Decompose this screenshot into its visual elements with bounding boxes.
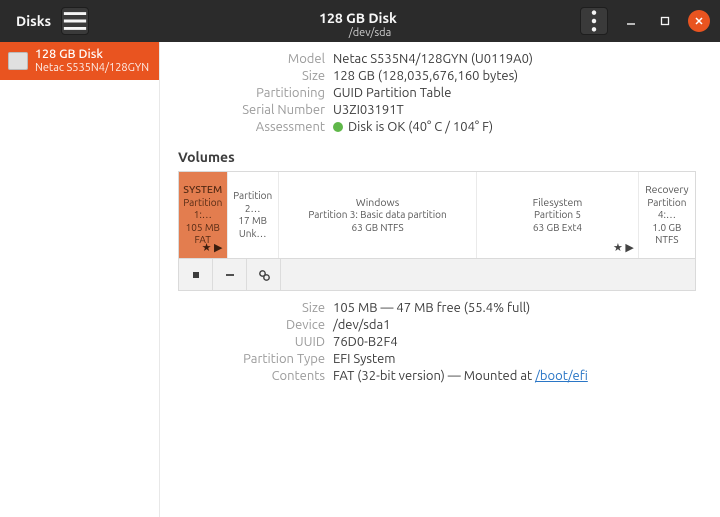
info-label: Size bbox=[168, 69, 333, 83]
minimize-icon bbox=[626, 16, 636, 26]
volumes-panel: SYSTEMPartition 1:…105 MB FAT★ ▶Partitio… bbox=[178, 171, 696, 291]
ssd-icon bbox=[8, 52, 28, 70]
partition-size: 17 MB Unk… bbox=[230, 215, 276, 240]
window-close-button[interactable] bbox=[688, 10, 710, 32]
partition-block[interactable]: WindowsPartition 3: Basic data partition… bbox=[279, 172, 477, 258]
vol-size: 105 MB — 47 MB free (55.4% full) bbox=[333, 301, 530, 315]
info-label: Size bbox=[168, 301, 333, 315]
info-label: Model bbox=[168, 52, 333, 66]
vol-device: /dev/sda1 bbox=[333, 318, 391, 332]
disk-info-table: ModelNetac S535N4/128GYN (U0119A0) Size1… bbox=[168, 50, 696, 135]
disk-menu-button[interactable] bbox=[580, 7, 608, 35]
main-pane: ModelNetac S535N4/128GYN (U0119A0) Size1… bbox=[160, 42, 720, 517]
partition-block[interactable]: SYSTEMPartition 1:…105 MB FAT★ ▶ bbox=[179, 172, 228, 258]
header-bar: Disks 128 GB Disk /dev/sda bbox=[0, 0, 720, 42]
info-label: Contents bbox=[168, 369, 333, 383]
vol-uuid: 76D0-B2F4 bbox=[333, 335, 398, 349]
minus-icon bbox=[223, 268, 237, 282]
app-menu-button[interactable] bbox=[61, 7, 89, 35]
partition-name: Recovery bbox=[645, 183, 688, 196]
volumes-heading: Volumes bbox=[178, 149, 696, 165]
partition-options-button[interactable] bbox=[247, 259, 281, 290]
info-label: Serial Number bbox=[168, 103, 333, 117]
app-title: Disks bbox=[16, 13, 51, 29]
kebab-icon bbox=[581, 8, 607, 34]
partition-size: 63 GB NTFS bbox=[352, 222, 404, 235]
partition-name: Filesystem bbox=[533, 196, 583, 209]
vol-contents: FAT (32-bit version) — Mounted at /boot/… bbox=[333, 369, 588, 383]
info-value-model: Netac S535N4/128GYN (U0119A0) bbox=[333, 52, 533, 66]
info-value-serial: U3ZI03191T bbox=[333, 103, 404, 117]
partition-block[interactable]: FilesystemPartition 563 GB Ext4 ★ ▶ bbox=[477, 172, 639, 258]
partition-sub: Partition 3: Basic data partition bbox=[308, 209, 446, 222]
partition-block[interactable]: Partition 2…17 MB Unk… bbox=[228, 172, 279, 258]
partitions-strip: SYSTEMPartition 1:…105 MB FAT★ ▶Partitio… bbox=[179, 172, 695, 258]
partition-state-icons: ★ ▶ bbox=[613, 242, 634, 256]
info-value-assessment: Disk is OK (40° C / 104° F) bbox=[333, 120, 493, 134]
window-minimize-button[interactable] bbox=[620, 10, 642, 32]
partition-sub: Partition 5 bbox=[534, 209, 581, 222]
sidebar-disk-title: 128 GB Disk bbox=[35, 48, 149, 62]
info-label: Partitioning bbox=[168, 86, 333, 100]
partition-size: 63 GB Ext4 bbox=[533, 222, 582, 235]
partition-sub: Partition 4:… bbox=[641, 197, 693, 222]
volume-info-table: Size105 MB — 47 MB free (55.4% full) Dev… bbox=[168, 299, 696, 384]
vol-partition-type: EFI System bbox=[333, 352, 395, 366]
info-value-partitioning: GUID Partition Table bbox=[333, 86, 451, 100]
partition-block[interactable]: RecoveryPartition 4:…1.0 GB NTFS bbox=[639, 172, 695, 258]
partition-size: 1.0 GB NTFS bbox=[641, 222, 693, 247]
close-icon bbox=[694, 16, 704, 26]
sidebar-disk-entry[interactable]: 128 GB Disk Netac S535N4/128GYN bbox=[0, 42, 159, 80]
disk-title: 128 GB Disk bbox=[160, 2, 580, 27]
sidebar-disk-subtitle: Netac S535N4/128GYN bbox=[35, 62, 149, 74]
info-value-size: 128 GB (128,035,676,160 bytes) bbox=[333, 69, 518, 83]
info-label: Device bbox=[168, 318, 333, 332]
maximize-icon bbox=[660, 16, 670, 26]
mount-point-link[interactable]: /boot/efi bbox=[535, 369, 588, 383]
delete-partition-button[interactable] bbox=[213, 259, 247, 290]
info-label: Assessment bbox=[168, 120, 333, 134]
partition-name: SYSTEM bbox=[183, 183, 222, 196]
header-title-block: 128 GB Disk /dev/sda bbox=[160, 2, 580, 40]
status-ok-icon bbox=[333, 122, 343, 132]
partition-state-icons: ★ ▶ bbox=[202, 242, 223, 256]
partition-sub: Partition 2… bbox=[230, 190, 276, 215]
disk-sidebar: 128 GB Disk Netac S535N4/128GYN bbox=[0, 42, 160, 517]
partition-name: Windows bbox=[356, 196, 399, 209]
stop-icon bbox=[189, 268, 203, 282]
disk-device-path: /dev/sda bbox=[160, 27, 580, 40]
volumes-toolbar bbox=[179, 258, 695, 290]
unmount-button[interactable] bbox=[179, 259, 213, 290]
info-label: Partition Type bbox=[168, 352, 333, 366]
hamburger-icon bbox=[62, 8, 88, 34]
window-maximize-button[interactable] bbox=[654, 10, 676, 32]
gear-icon bbox=[257, 268, 271, 282]
info-label: UUID bbox=[168, 335, 333, 349]
partition-sub: Partition 1:… bbox=[181, 197, 225, 222]
